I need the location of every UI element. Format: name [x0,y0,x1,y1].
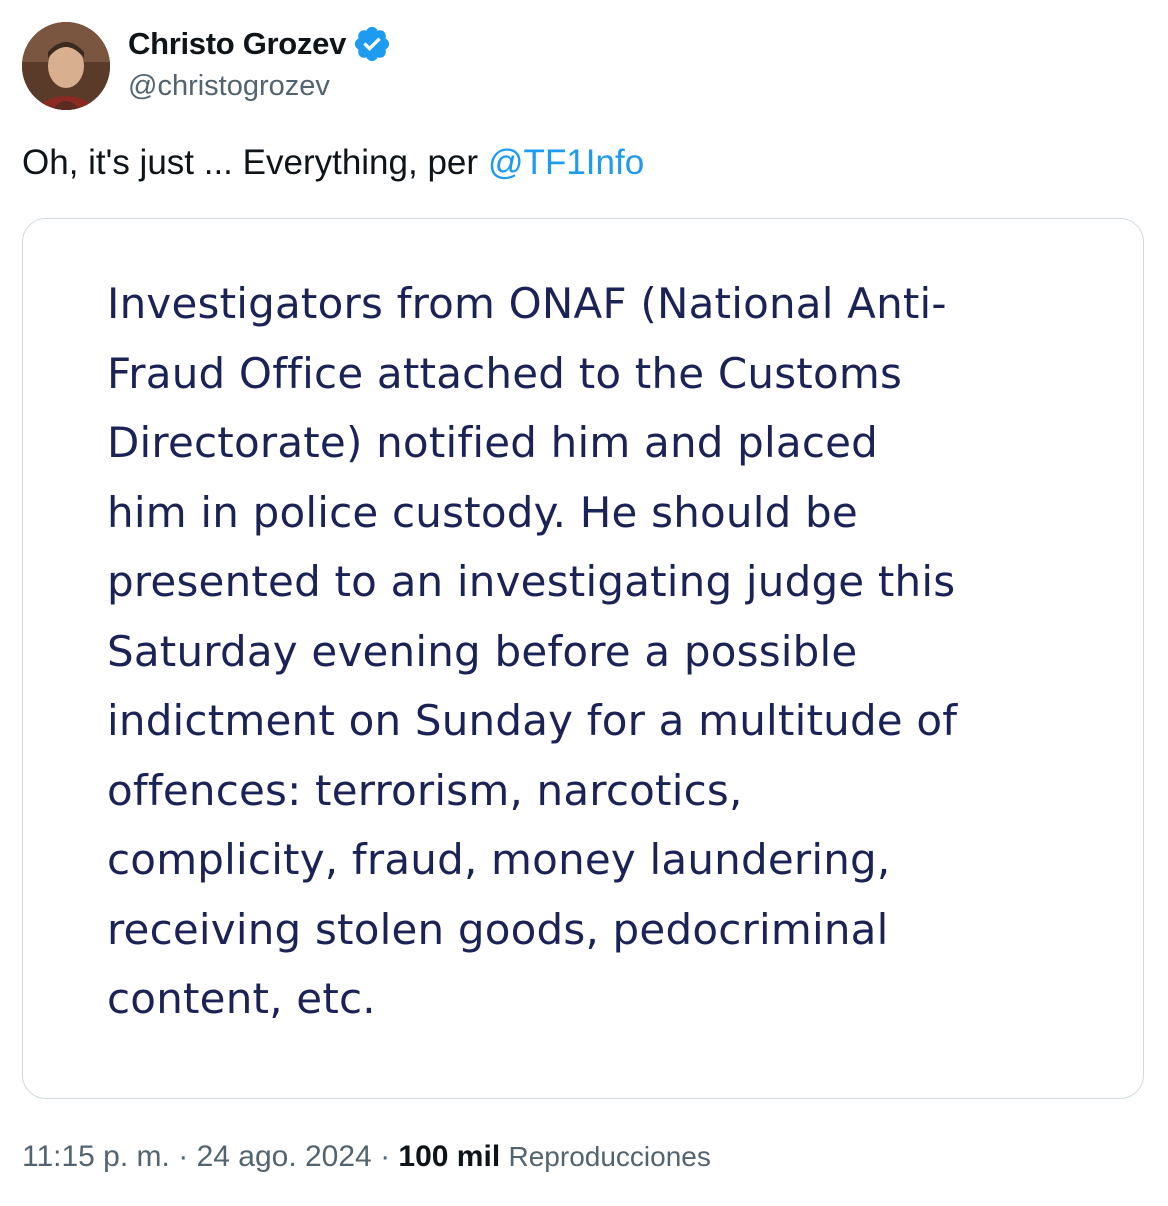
meta-separator: · [178,1140,189,1173]
quote-line: offences: terrorism, narcotics, [107,765,743,815]
quote-line: Fraud Office attached to the Customs [107,348,903,398]
views-count: 100 mil [398,1140,501,1173]
quote-image-card[interactable]: Investigators from ONAF (National Anti- … [22,218,1144,1099]
tweet-time[interactable]: 11:15 p. m. [22,1140,170,1173]
quote-text: Investigators from ONAF (National Anti- … [107,269,1097,1034]
quote-line: content, etc. [107,974,376,1023]
quote-line: Saturday evening before a possible [107,626,858,676]
verified-badge-icon [352,24,392,64]
quote-line: complicity, fraud, money laundering, [107,835,891,884]
tweet-body: Oh, it's just ... Everything, per [22,143,479,182]
quote-line: receiving stolen goods, pedocriminal [107,904,889,954]
views-label: Reproducciones [508,1141,711,1172]
author-name-row[interactable]: Christo Grozev [128,24,392,64]
mention-link[interactable]: @TF1Info [488,143,644,182]
quote-line: indictment on Sunday for a multitude of [107,696,958,745]
quote-line: him in police custody. He should be [107,487,858,537]
avatar[interactable] [22,22,110,110]
tweet-meta: 11:15 p. m. · 24 ago. 2024 · 100 mil Rep… [22,1140,711,1174]
profile-photo-icon [22,22,110,110]
tweet-date[interactable]: 24 ago. 2024 [197,1140,372,1173]
author-display-name[interactable]: Christo Grozev [128,26,346,62]
meta-separator: · [380,1140,391,1173]
quote-line: Investigators from ONAF (National Anti- [107,279,947,328]
tweet-text: Oh, it's just ... Everything, per @TF1Inf… [22,143,644,183]
quote-line: Directorate) notified him and placed [107,418,879,467]
quote-line: presented to an investigating judge this [107,557,956,606]
author-handle[interactable]: @christogrozev [128,70,330,103]
